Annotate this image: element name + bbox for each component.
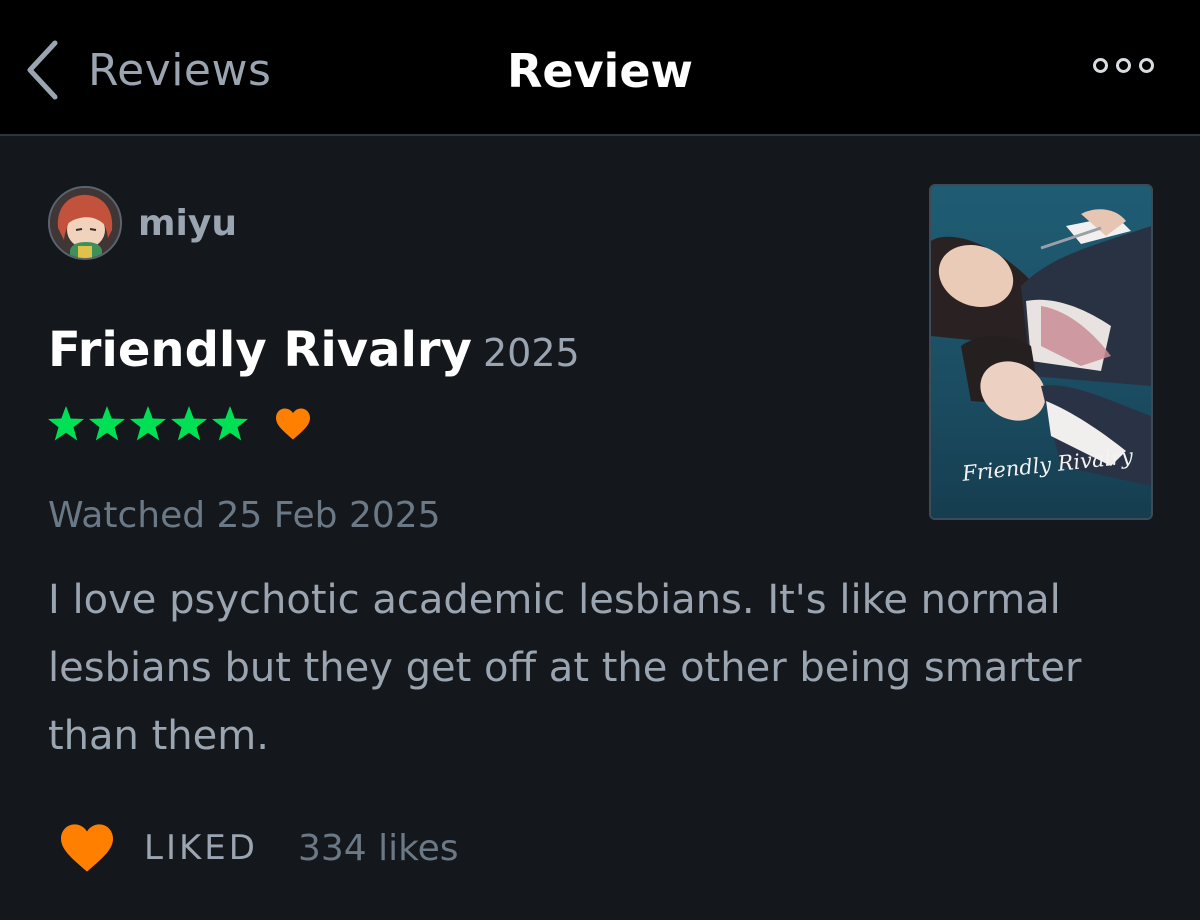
avatar-image — [50, 188, 120, 258]
like-button[interactable]: LIKED — [58, 822, 258, 874]
star-icon — [89, 406, 125, 441]
rating-row — [46, 404, 312, 444]
avatar[interactable] — [48, 186, 122, 260]
star-icon — [130, 406, 166, 441]
review-author[interactable]: miyu — [48, 186, 237, 260]
likes-count[interactable]: 334 likes — [298, 828, 459, 869]
review-text: I love psychotic academic lesbians. It's… — [48, 577, 1082, 759]
more-options-button[interactable] — [1093, 58, 1154, 73]
star-icon — [212, 406, 248, 441]
more-dots-icon — [1093, 58, 1108, 73]
star-rating — [46, 404, 252, 444]
page-title: Review — [506, 44, 694, 98]
navigation-bar: Reviews Review — [0, 0, 1200, 136]
film-title[interactable]: Friendly Rivalry — [48, 322, 472, 378]
film-poster[interactable]: Friendly Rivalry — [929, 184, 1153, 520]
liked-label: LIKED — [144, 828, 258, 868]
watched-date: Watched 25 Feb 2025 — [48, 495, 441, 536]
username[interactable]: miyu — [138, 203, 237, 244]
like-row: LIKED 334 likes — [58, 822, 459, 874]
film-year: 2025 — [482, 331, 580, 375]
heart-icon — [274, 407, 312, 441]
star-icon — [171, 406, 207, 441]
more-dots-icon — [1139, 58, 1154, 73]
star-icon — [48, 406, 84, 441]
heart-icon — [61, 824, 113, 872]
more-dots-icon — [1116, 58, 1131, 73]
film-heading: Friendly Rivalry 2025 — [48, 322, 580, 378]
